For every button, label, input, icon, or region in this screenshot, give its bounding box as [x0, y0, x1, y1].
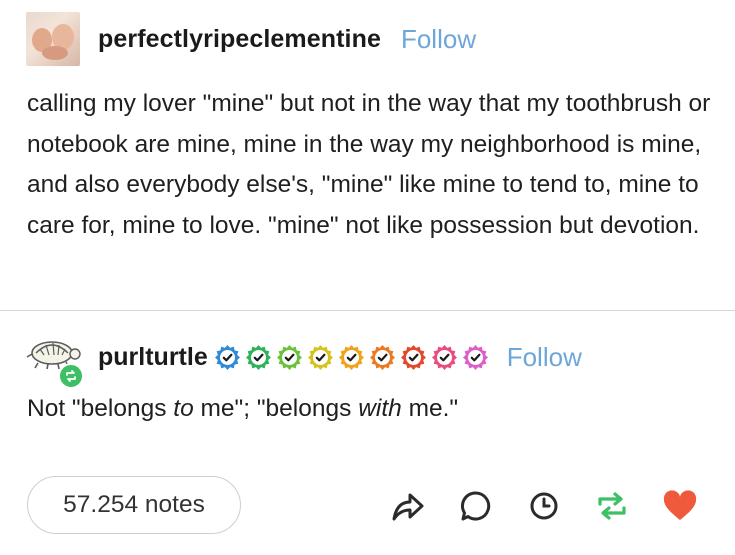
- notes-count: 57.254 notes: [63, 491, 205, 518]
- verified-badge-icon: [338, 344, 364, 370]
- post-actions: [388, 486, 700, 526]
- verified-badge-icon: [400, 344, 426, 370]
- verified-badge-icon: [307, 344, 333, 370]
- username[interactable]: perfectlyripeclementine: [98, 25, 381, 54]
- history-icon: [530, 492, 558, 520]
- reblog-text-part: Not "belongs: [27, 395, 174, 422]
- reblog-header: purlturtle Follow: [24, 333, 582, 389]
- verified-badge-icon: [462, 344, 488, 370]
- avatar[interactable]: [24, 333, 84, 389]
- reblog-text-italic: to: [173, 395, 194, 422]
- reblog-icon: [66, 370, 76, 382]
- follow-button[interactable]: Follow: [507, 342, 582, 373]
- verified-badge-icon: [431, 344, 457, 370]
- reblog-button[interactable]: [592, 486, 632, 526]
- notes-button[interactable]: 57.254 notes: [27, 476, 241, 534]
- reblog-text-part: me"; "belongs: [193, 395, 359, 422]
- verified-badge-icon: [214, 344, 240, 370]
- avatar[interactable]: [26, 12, 80, 66]
- follow-button[interactable]: Follow: [401, 24, 476, 55]
- share-button[interactable]: [388, 486, 428, 526]
- reblog-badge: [58, 363, 84, 389]
- verified-badge-icon: [276, 344, 302, 370]
- verified-badge-icon: [369, 344, 395, 370]
- like-button[interactable]: [660, 486, 700, 526]
- reply-button[interactable]: [456, 486, 496, 526]
- verified-badges: [214, 344, 493, 371]
- divider: [0, 310, 735, 311]
- post-body: calling my lover "mine" but not in the w…: [27, 90, 711, 239]
- share-icon: [392, 493, 424, 521]
- reblog-text-italic: with: [358, 395, 402, 422]
- reblog-text-part: me.": [401, 395, 459, 422]
- history-button[interactable]: [524, 486, 564, 526]
- reblog-text: Not "belongs to me"; "belongs with me.": [27, 395, 458, 423]
- username[interactable]: purlturtle: [98, 343, 208, 372]
- like-icon: [663, 490, 697, 520]
- reblog-icon: [598, 492, 626, 520]
- original-post-header: perfectlyripeclementine Follow: [26, 12, 476, 66]
- reply-icon: [460, 491, 491, 521]
- verified-badge-icon: [245, 344, 271, 370]
